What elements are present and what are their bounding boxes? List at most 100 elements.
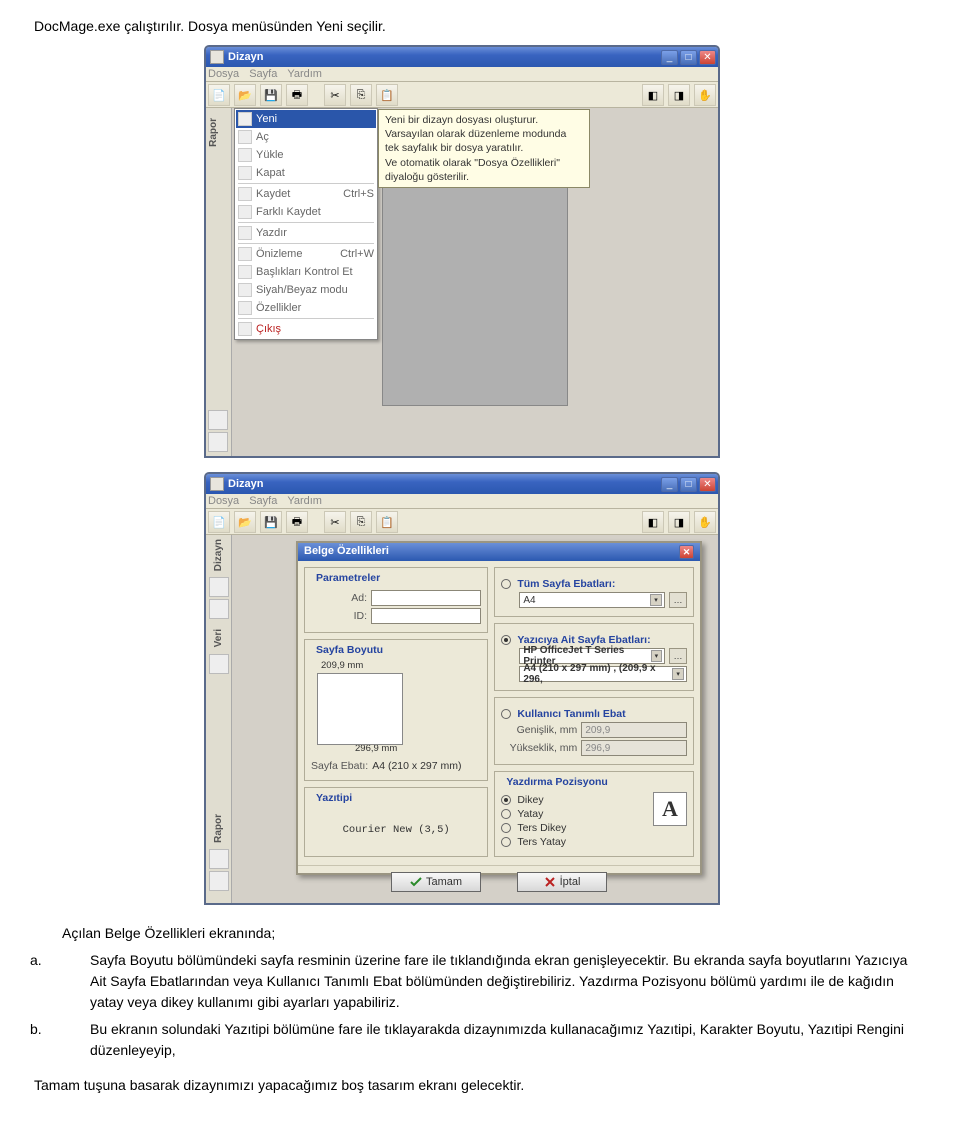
tool-print-icon[interactable]: 🖶 <box>286 511 308 533</box>
tooltip-line: tek sayfalık bir dosya yaratılır. <box>385 141 583 155</box>
menu-dosya[interactable]: Dosya <box>208 495 239 507</box>
tool-new-icon[interactable]: 📄 <box>208 84 230 106</box>
side-label-rapor[interactable]: Rapor <box>213 814 224 843</box>
side-icon[interactable] <box>209 849 229 869</box>
tool-save-icon[interactable]: 💾 <box>260 84 282 106</box>
menubar: Dosya Sayfa Yardım <box>206 67 718 82</box>
menu-sayfa[interactable]: Sayfa <box>249 495 277 507</box>
tool-new-icon[interactable]: 📄 <box>208 511 230 533</box>
tool-paste-icon[interactable]: 📋 <box>376 511 398 533</box>
intro-text: DocMage.exe çalıştırılır. Dosya menüsünd… <box>34 16 926 37</box>
menu-item-ozellikler[interactable]: Özellikler <box>236 299 376 317</box>
menu-item-basliklari[interactable]: Başlıkları Kontrol Et <box>236 263 376 281</box>
menu-yardim[interactable]: Yardım <box>287 68 322 80</box>
tool-misc2-icon[interactable]: ◨ <box>668 511 690 533</box>
menu-dosya[interactable]: Dosya <box>208 68 239 80</box>
side-label-dizayn[interactable]: Dizayn <box>213 539 224 571</box>
menu-item-label: Yeni <box>256 113 374 125</box>
maximize-button[interactable]: □ <box>680 477 697 492</box>
open-icon <box>238 130 252 144</box>
close-button[interactable]: ✕ <box>699 477 716 492</box>
dialog-belge-ozellikleri: Belge Özellikleri ✕ Parametreler Ad: ID:… <box>296 541 702 875</box>
group-title: Sayfa Boyutu <box>313 644 386 656</box>
combo-all-sizes[interactable]: A4▾ <box>519 592 665 608</box>
input-id[interactable] <box>371 608 481 624</box>
saveas-icon <box>238 205 252 219</box>
group-title: Kullanıcı Tanımlı Ebat <box>517 708 625 720</box>
font-sample: Courier New (3,5) <box>311 824 481 836</box>
side-icon[interactable] <box>209 871 229 891</box>
menu-sayfa[interactable]: Sayfa <box>249 68 277 80</box>
tool-open-icon[interactable]: 📂 <box>234 511 256 533</box>
cancel-button[interactable]: İptal <box>517 872 607 892</box>
minimize-button[interactable]: _ <box>661 477 678 492</box>
page-preview[interactable] <box>317 673 403 745</box>
menubar: Dosya Sayfa Yardım <box>206 494 718 509</box>
properties-icon <box>238 301 252 315</box>
tooltip-line: Varsayılan olarak düzenleme modunda <box>385 127 583 141</box>
radio-dikey[interactable] <box>501 795 511 805</box>
tool-save-icon[interactable]: 💾 <box>260 511 282 533</box>
tool-cut-icon[interactable]: ✂ <box>324 511 346 533</box>
input-ad[interactable] <box>371 590 481 606</box>
menu-item-label: Çıkış <box>256 323 374 335</box>
tool-cut-icon[interactable]: ✂ <box>324 84 346 106</box>
side-icon[interactable] <box>209 577 229 597</box>
menu-item-kapat[interactable]: Kapat <box>236 164 376 182</box>
menu-yardim[interactable]: Yardım <box>287 495 322 507</box>
ok-button[interactable]: Tamam <box>391 872 481 892</box>
menu-item-yazdir[interactable]: Yazdır <box>236 224 376 242</box>
radio-yatay[interactable] <box>501 809 511 819</box>
menu-item-yukle[interactable]: Yükle <box>236 146 376 164</box>
menu-item-onizleme[interactable]: ÖnizlemeCtrl+W <box>236 245 376 263</box>
radio-user-size[interactable] <box>501 709 511 719</box>
minimize-button[interactable]: _ <box>661 50 678 65</box>
radio-label: Ters Dikey <box>517 822 566 834</box>
tool-hand-icon[interactable]: ✋ <box>694 84 716 106</box>
side-icon-1[interactable] <box>208 410 228 430</box>
radio-all-sizes[interactable] <box>501 579 511 589</box>
menu-item-ac[interactable]: Aç <box>236 128 376 146</box>
maximize-button[interactable]: □ <box>680 50 697 65</box>
browse-button[interactable]: … <box>669 592 687 608</box>
side-label-veri[interactable]: Veri <box>213 629 224 647</box>
window-buttons: _ □ ✕ <box>661 477 716 492</box>
menu-item-label: Kaydet <box>256 188 339 200</box>
side-icon-2[interactable] <box>208 432 228 452</box>
tool-copy-icon[interactable]: ⎘ <box>350 84 372 106</box>
work-area: Dizayn Veri Rapor Belge Özellikleri ✕ <box>206 535 718 903</box>
tool-paste-icon[interactable]: 📋 <box>376 84 398 106</box>
side-icon[interactable] <box>209 599 229 619</box>
radio-ters-dikey[interactable] <box>501 823 511 833</box>
tool-misc2-icon[interactable]: ◨ <box>668 84 690 106</box>
tool-misc1-icon[interactable]: ◧ <box>642 511 664 533</box>
group-yazitipi[interactable]: Yazıtipi Courier New (3,5) <box>304 787 488 857</box>
menu-item-label: Yazdır <box>256 227 374 239</box>
tool-print-icon[interactable]: 🖶 <box>286 84 308 106</box>
tool-hand-icon[interactable]: ✋ <box>694 511 716 533</box>
input-height: 296,9 <box>581 740 687 756</box>
menu-item-cikis[interactable]: Çıkış <box>236 320 376 338</box>
radio-printer-sizes[interactable] <box>501 635 511 645</box>
tool-misc1-icon[interactable]: ◧ <box>642 84 664 106</box>
field-label: Yükseklik, mm <box>501 742 577 754</box>
menu-item-label: Önizleme <box>256 248 336 260</box>
menu-item-farkli[interactable]: Farklı Kaydet <box>236 203 376 221</box>
close-button[interactable]: ✕ <box>699 50 716 65</box>
combo-printer[interactable]: HP OfficeJet T Series Printer▾ <box>519 648 665 664</box>
radio-ters-yatay[interactable] <box>501 837 511 847</box>
browse-button[interactable]: … <box>669 648 687 664</box>
group-sayfa-boyutu: Sayfa Boyutu 209,9 mm 296,9 mm Sayfa Eba… <box>304 639 488 781</box>
tool-open-icon[interactable]: 📂 <box>234 84 256 106</box>
app-icon <box>210 477 224 491</box>
side-icon[interactable] <box>209 654 229 674</box>
dialog-close-button[interactable]: ✕ <box>679 545 694 559</box>
menu-item-yeni[interactable]: Yeni <box>236 110 376 128</box>
combo-printer-size[interactable]: A4 (210 x 297 mm) , (209,9 x 296,▾ <box>519 666 687 682</box>
side-label-rapor[interactable]: Rapor <box>208 118 229 147</box>
menu-item-label: Siyah/Beyaz modu <box>256 284 374 296</box>
group-kullanici-tanimli: Kullanıcı Tanımlı Ebat Genişlik, mm209,9… <box>494 697 694 765</box>
menu-item-kaydet[interactable]: KaydetCtrl+S <box>236 185 376 203</box>
tool-copy-icon[interactable]: ⎘ <box>350 511 372 533</box>
menu-item-siyah[interactable]: Siyah/Beyaz modu <box>236 281 376 299</box>
